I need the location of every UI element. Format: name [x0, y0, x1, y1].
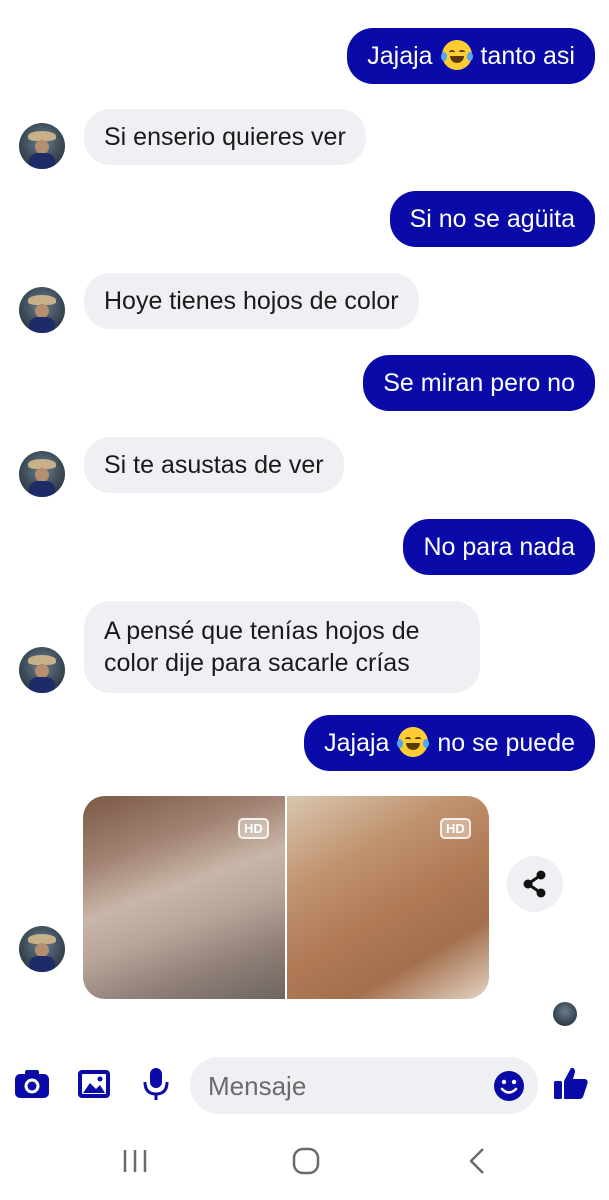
message-input-container	[190, 1057, 538, 1114]
like-icon	[554, 1067, 588, 1099]
received-message-bubble[interactable]: A pensé que tenías hojos de color dije p…	[84, 601, 480, 693]
recent-apps-icon	[123, 1150, 147, 1172]
received-message-bubble[interactable]: Si te asustas de ver	[84, 437, 344, 493]
message-text: no se puede	[437, 729, 575, 757]
received-message-bubble[interactable]: Si enserio quieres ver	[84, 109, 366, 165]
gallery-button[interactable]	[74, 1064, 114, 1104]
message-text: Si enserio quieres ver	[104, 123, 346, 151]
camera-button[interactable]	[12, 1064, 52, 1104]
message-text: Jajaja	[367, 42, 433, 70]
gallery-icon	[78, 1070, 110, 1098]
microphone-icon	[143, 1068, 169, 1100]
sent-message-bubble[interactable]: Jajaja no se puede	[304, 715, 595, 771]
back-icon	[469, 1148, 484, 1174]
tears-of-joy-emoji-icon	[397, 727, 430, 757]
received-message-bubble[interactable]: Hoye tienes hojos de color	[84, 273, 419, 329]
photo-thumbnail[interactable]: HD	[287, 796, 489, 999]
contact-avatar[interactable]	[19, 647, 65, 693]
emoji-icon[interactable]	[492, 1069, 526, 1103]
camera-icon	[15, 1070, 49, 1098]
sent-message-bubble[interactable]: Jajaja tanto asi	[347, 28, 595, 84]
share-icon	[523, 870, 546, 898]
message-text: Si te asustas de ver	[104, 451, 324, 479]
contact-avatar[interactable]	[19, 123, 65, 169]
message-text: Si no se agüita	[409, 205, 575, 233]
message-input[interactable]	[208, 1069, 478, 1103]
back-button[interactable]	[457, 1146, 497, 1176]
photo-thumbnail[interactable]: HD	[83, 796, 285, 999]
message-text: tanto asi	[480, 42, 575, 70]
message-thread: Jajaja tanto asi Si enserio quieres ver …	[0, 0, 609, 1040]
sent-message-bubble[interactable]: No para nada	[403, 519, 595, 575]
contact-avatar[interactable]	[19, 451, 65, 497]
sent-message-bubble[interactable]: Si no se agüita	[389, 191, 595, 247]
share-button[interactable]	[507, 856, 563, 912]
seen-indicator-avatar	[553, 1002, 577, 1026]
contact-avatar[interactable]	[19, 287, 65, 333]
like-button[interactable]	[551, 1064, 591, 1104]
message-text: A pensé que tenías hojos de color dije p…	[104, 617, 420, 677]
message-text: Hoye tienes hojos de color	[104, 287, 399, 315]
home-button[interactable]	[286, 1146, 326, 1176]
message-text: No para nada	[423, 533, 575, 561]
tears-of-joy-emoji-icon	[440, 40, 473, 70]
system-navigation-bar	[0, 1122, 609, 1200]
message-composer	[0, 1050, 609, 1122]
photo-attachments: HD HD	[83, 796, 489, 999]
hd-badge: HD	[238, 818, 269, 839]
contact-avatar[interactable]	[19, 926, 65, 972]
voice-message-button[interactable]	[136, 1064, 176, 1104]
recent-apps-button[interactable]	[115, 1146, 155, 1176]
sent-message-bubble[interactable]: Se miran pero no	[363, 355, 595, 411]
hd-badge: HD	[440, 818, 471, 839]
message-text: Se miran pero no	[383, 369, 575, 397]
message-text: Jajaja	[324, 729, 390, 757]
home-icon	[292, 1147, 320, 1175]
